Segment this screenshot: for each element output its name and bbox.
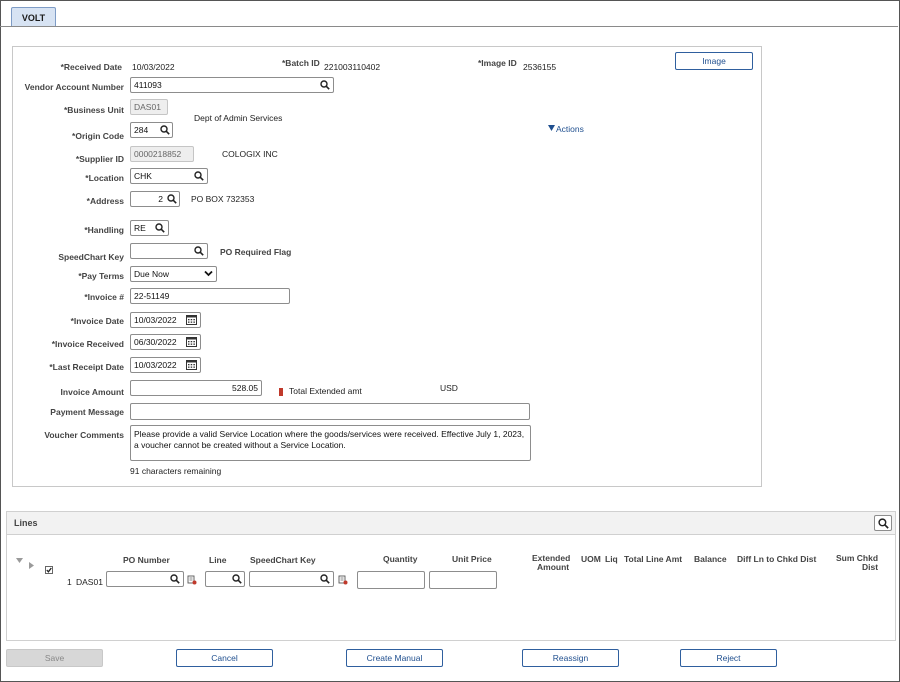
search-icon[interactable] [167,194,177,204]
tab-divider [0,26,898,27]
row-line-number: 1 [67,577,72,587]
col-unit-price: Unit Price [452,554,492,564]
batch-id-label: *Batch ID [282,58,320,68]
address-label: *Address [86,196,124,206]
last-receipt-date-label: *Last Receipt Date [49,362,124,372]
checkmark-icon [46,567,52,573]
col-speedchart-key: SpeedChart Key [250,555,316,565]
create-manual-button[interactable]: Create Manual [346,649,443,667]
col-balance: Balance [694,554,727,564]
search-icon[interactable] [194,171,204,181]
received-date-value: 10/03/2022 [132,62,175,72]
col-liq: Liq [605,554,618,564]
vendor-account-input[interactable]: 411093 [130,77,334,93]
related-content-icon[interactable] [187,575,197,585]
related-content-icon[interactable] [338,575,348,585]
col-total-line-amt: Total Line Amt [624,554,683,564]
image-button[interactable]: Image [675,52,753,70]
voucher-comments-label: Voucher Comments [44,430,124,440]
lines-title: Lines [14,518,38,528]
pay-terms-label: *Pay Terms [78,271,124,281]
col-diff-ln-to-chkd-dist: Diff Ln to Chkd Dist [737,554,817,564]
invoice-number-input[interactable]: 22-51149 [130,288,290,304]
actions-link[interactable]: Actions [556,124,584,134]
collapse-all-icon[interactable] [16,558,23,563]
row-unit-price-input[interactable] [429,571,497,589]
address-description: PO BOX 732353 [191,194,255,204]
voucher-panel [12,46,762,487]
search-icon[interactable] [232,574,242,584]
received-date-label: *Received Date [60,62,122,72]
col-quantity: Quantity [383,554,418,564]
calendar-icon[interactable] [186,336,197,347]
supplier-name: COLOGIX INC [222,149,278,159]
speedchart-label: SpeedChart Key [58,252,124,262]
invoice-number-label: *Invoice # [84,292,124,302]
caret-down-icon[interactable] [548,125,555,131]
location-label: *Location [85,173,124,183]
total-extended-label: Total Extended amt [289,386,362,396]
row-business-unit: DAS01 [76,577,103,587]
invoice-received-label: *Invoice Received [51,339,124,349]
supplier-id-label: *Supplier ID [75,154,124,164]
reject-button[interactable]: Reject [680,649,777,667]
col-po-number: PO Number [123,555,170,565]
handling-label: *Handling [84,225,124,235]
search-icon[interactable] [160,125,170,135]
voucher-comments-textarea[interactable]: Please provide a valid Service Location … [130,425,531,461]
supplier-id-input: 0000218852 [130,146,194,162]
business-unit-label: *Business Unit [64,105,124,115]
currency-code: USD [440,383,458,393]
search-icon [878,518,889,529]
search-icon[interactable] [194,246,204,256]
total-extended-flag-icon [279,388,283,396]
col-line: Line [209,555,227,565]
save-button[interactable]: Save [6,649,103,667]
row-select-checkbox[interactable] [45,566,53,574]
invoice-amount-input[interactable]: 528.05 [130,380,262,396]
calendar-icon[interactable] [186,314,197,325]
invoice-amount-label: Invoice Amount [60,387,124,397]
payment-message-input[interactable] [130,403,530,420]
col-sum-chkd-dist-2: Dist [862,562,879,572]
origin-code-label: *Origin Code [72,131,124,141]
reassign-button[interactable]: Reassign [522,649,619,667]
batch-id-value: 221003110402 [324,62,381,72]
search-icon[interactable] [320,574,330,584]
image-id-value: 2536155 [523,62,557,72]
chevron-down-icon[interactable] [204,270,213,277]
tab-volt[interactable]: VOLT [11,7,56,27]
payment-message-label: Payment Message [50,407,124,417]
business-unit-input: DAS01 [130,99,168,115]
lines-header-bar [6,511,896,535]
col-extended-amount-2: Amount [537,562,570,572]
business-unit-description: Dept of Admin Services [194,113,283,123]
search-icon[interactable] [155,223,165,233]
expand-row-icon[interactable] [29,562,34,569]
characters-remaining: 91 characters remaining [130,466,222,476]
search-icon[interactable] [320,80,330,90]
image-id-label: *Image ID [478,58,517,68]
row-quantity-input[interactable] [357,571,425,589]
lines-search-button[interactable] [874,515,892,531]
vendor-account-label: Vendor Account Number [24,82,124,92]
invoice-date-label: *Invoice Date [70,316,124,326]
col-uom: UOM [581,554,601,564]
search-icon[interactable] [170,574,180,584]
calendar-icon[interactable] [186,359,197,370]
cancel-button[interactable]: Cancel [176,649,273,667]
po-required-flag-label: PO Required Flag [220,247,292,257]
